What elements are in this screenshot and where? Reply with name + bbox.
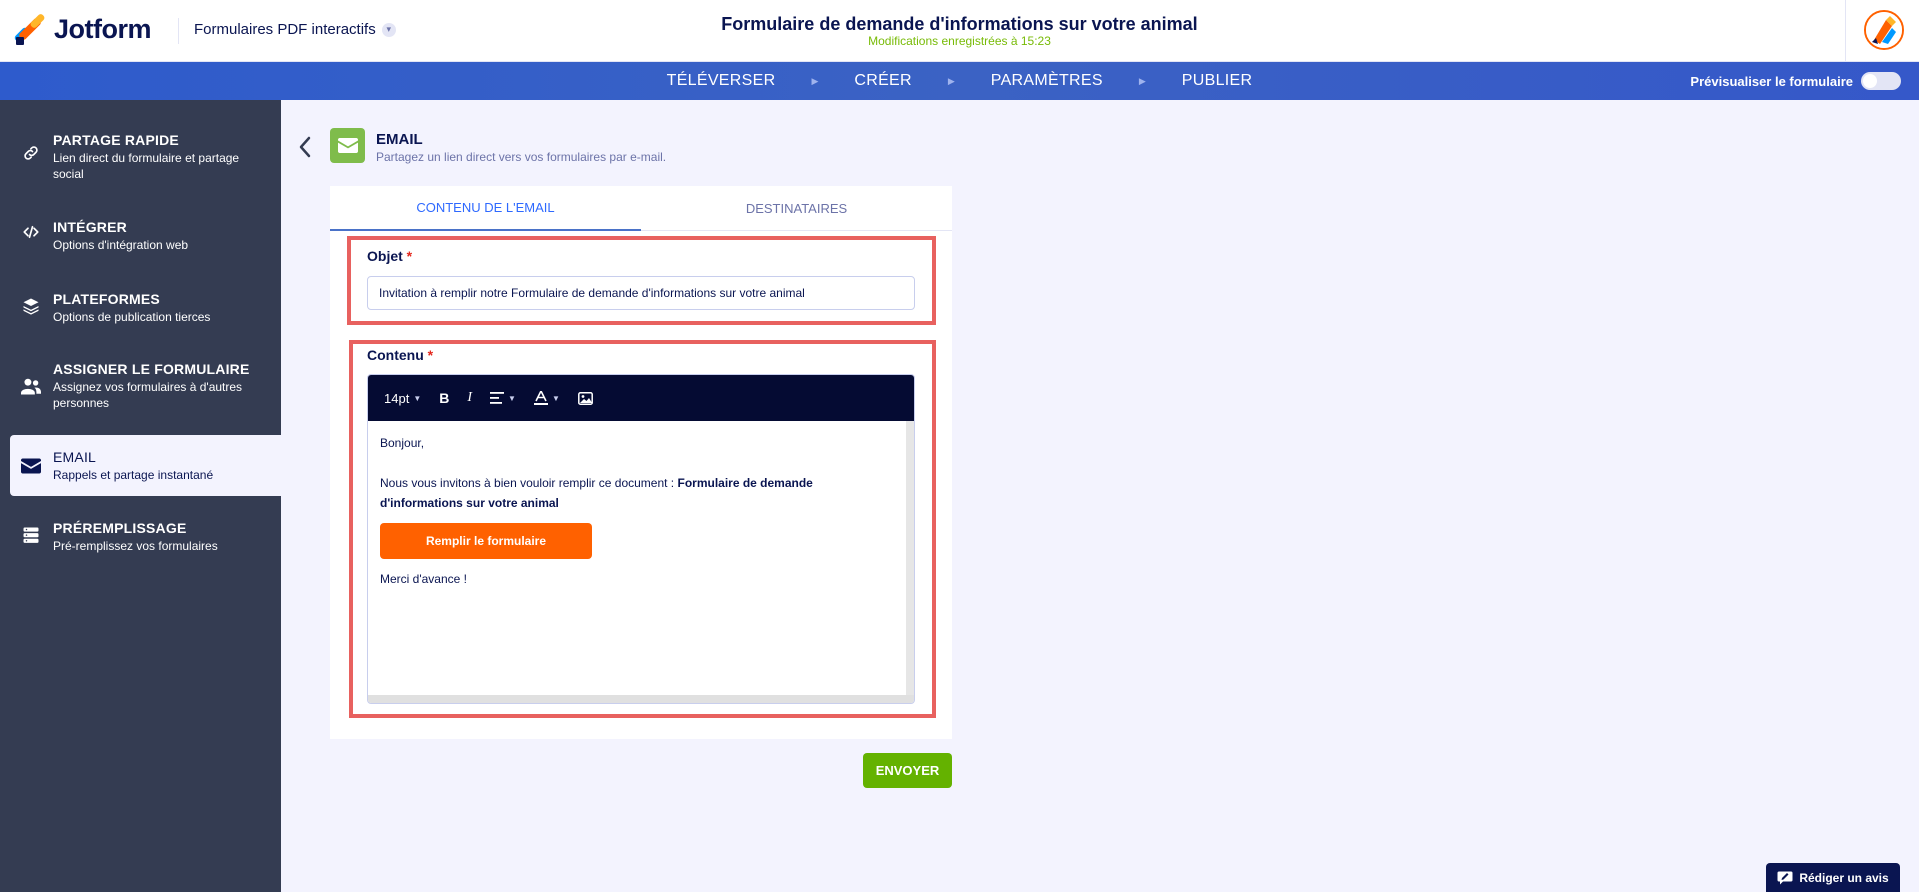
section-title: EMAIL xyxy=(376,131,423,148)
layers-icon xyxy=(20,295,42,317)
send-button[interactable]: ENVOYER xyxy=(863,753,952,788)
builder-navbar: TÉLÉVERSER ▶ CRÉER ▶ PARAMÈTRES ▶ PUBLIE… xyxy=(0,62,1919,100)
sidebar-item-title: PRÉREMPLISSAGE xyxy=(53,520,187,536)
email-intro: Nous vous invitons à bien vouloir rempli… xyxy=(380,473,894,513)
avatar-icon xyxy=(1866,12,1902,48)
fill-form-button[interactable]: Remplir le formulaire xyxy=(380,523,592,559)
save-status: Modifications enregistrées à 15:23 xyxy=(868,34,1051,48)
cta-wrapper: Remplir le formulaire xyxy=(380,519,894,559)
insert-image-button[interactable] xyxy=(577,391,593,405)
subject-label: Objet * xyxy=(367,248,412,264)
preview-control: Prévisualiser le formulaire xyxy=(1690,72,1901,90)
align-left-icon xyxy=(490,392,505,404)
form-title[interactable]: Formulaire de demande d'informations sur… xyxy=(0,14,1919,35)
email-panel: CONTENU DE L'EMAIL DESTINATAIRES Objet *… xyxy=(330,186,952,739)
section-subtitle: Partagez un lien direct vers vos formula… xyxy=(376,150,667,164)
editor-toolbar: 14pt ▼ B I ▼ ▼ xyxy=(368,375,914,421)
builder-steps: TÉLÉVERSER ▶ CRÉER ▶ PARAMÈTRES ▶ PUBLIE… xyxy=(0,62,1919,100)
link-icon xyxy=(20,142,42,164)
text-color-icon xyxy=(533,391,548,405)
content-label: Contenu * xyxy=(367,347,433,363)
sidebar-item-title: INTÉGRER xyxy=(53,219,127,235)
email-badge xyxy=(330,128,365,163)
align-dropdown[interactable]: ▼ xyxy=(490,392,516,404)
sidebar-item-prefill[interactable]: PRÉREMPLISSAGE Pré-remplissez vos formul… xyxy=(10,520,281,554)
email-intro-text: Nous vous invitons à bien vouloir rempli… xyxy=(380,476,678,490)
sidebar-item-desc: Rappels et partage instantané xyxy=(53,468,214,482)
chevron-down-icon: ▼ xyxy=(413,393,422,403)
top-header: Jotform Formulaires PDF interactifs ▾ Fo… xyxy=(0,0,1919,62)
envelope-icon xyxy=(337,138,358,153)
sidebar-item-title: PARTAGE RAPIDE xyxy=(53,132,179,148)
content-label-text: Contenu xyxy=(367,347,424,363)
subject-input[interactable]: Invitation à remplir notre Formulaire de… xyxy=(367,276,915,310)
sidebar-item-platforms[interactable]: PLATEFORMES Options de publication tierc… xyxy=(10,291,281,325)
user-avatar[interactable] xyxy=(1864,10,1904,50)
email-tabs: CONTENU DE L'EMAIL DESTINATAIRES xyxy=(330,186,952,231)
preview-toggle[interactable] xyxy=(1861,72,1901,90)
sidebar-item-embed[interactable]: INTÉGRER Options d'intégration web xyxy=(10,219,281,253)
sidebar-item-title: ASSIGNER LE FORMULAIRE xyxy=(53,361,250,377)
review-label: Rédiger un avis xyxy=(1799,870,1889,885)
arrow-right-icon: ▶ xyxy=(947,75,955,86)
sidebar-item-desc: Pré-remplissez vos formulaires xyxy=(53,539,218,553)
editor-horizontal-scrollbar[interactable] xyxy=(368,695,914,703)
database-icon xyxy=(20,524,42,546)
sidebar-item-title: PLATEFORMES xyxy=(53,291,160,307)
sidebar-item-quick-share[interactable]: PARTAGE RAPIDE Lien direct du formulaire… xyxy=(10,132,281,182)
sidebar-item-desc: Options de publication tierces xyxy=(53,310,211,324)
users-icon xyxy=(20,375,42,397)
font-size-dropdown[interactable]: 14pt ▼ xyxy=(384,391,421,406)
arrow-right-icon: ▶ xyxy=(1138,75,1146,86)
tab-email-content[interactable]: CONTENU DE L'EMAIL xyxy=(330,186,641,231)
nav-publish[interactable]: PUBLIER xyxy=(1176,72,1259,90)
envelope-icon xyxy=(20,455,42,477)
sidebar-item-desc: Assignez vos formulaires à d'autres pers… xyxy=(53,380,243,410)
sidebar-item-desc: Lien direct du formulaire et partage soc… xyxy=(53,151,240,181)
review-icon xyxy=(1777,871,1793,884)
code-icon xyxy=(20,221,42,243)
nav-settings[interactable]: PARAMÈTRES xyxy=(985,72,1109,90)
image-icon xyxy=(577,391,593,405)
chevron-down-icon: ▼ xyxy=(551,393,560,403)
sidebar-item-title: EMAIL xyxy=(53,449,97,465)
required-mark: * xyxy=(427,347,434,363)
sidebar-item-desc: Options d'intégration web xyxy=(53,238,189,252)
sidebar-item-email[interactable]: EMAIL Rappels et partage instantané xyxy=(10,435,281,496)
bold-button[interactable]: B xyxy=(439,390,449,406)
italic-button[interactable]: I xyxy=(467,390,472,406)
email-greeting: Bonjour, xyxy=(380,436,425,450)
tab-recipients[interactable]: DESTINATAIRES xyxy=(641,186,952,231)
sidebar-item-assign-form[interactable]: ASSIGNER LE FORMULAIRE Assignez vos form… xyxy=(10,361,281,411)
subject-label-text: Objet xyxy=(367,248,403,264)
required-mark: * xyxy=(406,248,413,264)
rich-text-editor: 14pt ▼ B I ▼ ▼ Bonjour, Nous vous invito… xyxy=(367,374,915,704)
chevron-down-icon: ▼ xyxy=(508,393,516,403)
nav-upload[interactable]: TÉLÉVERSER xyxy=(661,72,782,90)
publish-sidebar: PARTAGE RAPIDE Lien direct du formulaire… xyxy=(0,100,281,892)
editor-content[interactable]: Bonjour, Nous vous invitons à bien voulo… xyxy=(368,421,906,695)
nav-create[interactable]: CRÉER xyxy=(848,72,918,90)
editor-vertical-scrollbar[interactable] xyxy=(906,421,914,695)
font-size-value: 14pt xyxy=(384,390,410,406)
email-closing: Merci d'avance ! xyxy=(380,572,467,586)
chevron-left-icon xyxy=(299,136,311,158)
arrow-right-icon: ▶ xyxy=(811,75,819,86)
preview-label: Prévisualiser le formulaire xyxy=(1690,73,1853,89)
text-color-dropdown[interactable]: ▼ xyxy=(533,391,560,405)
write-review-button[interactable]: Rédiger un avis xyxy=(1766,863,1900,892)
back-button[interactable] xyxy=(298,136,312,164)
header-divider-right xyxy=(1845,0,1846,62)
